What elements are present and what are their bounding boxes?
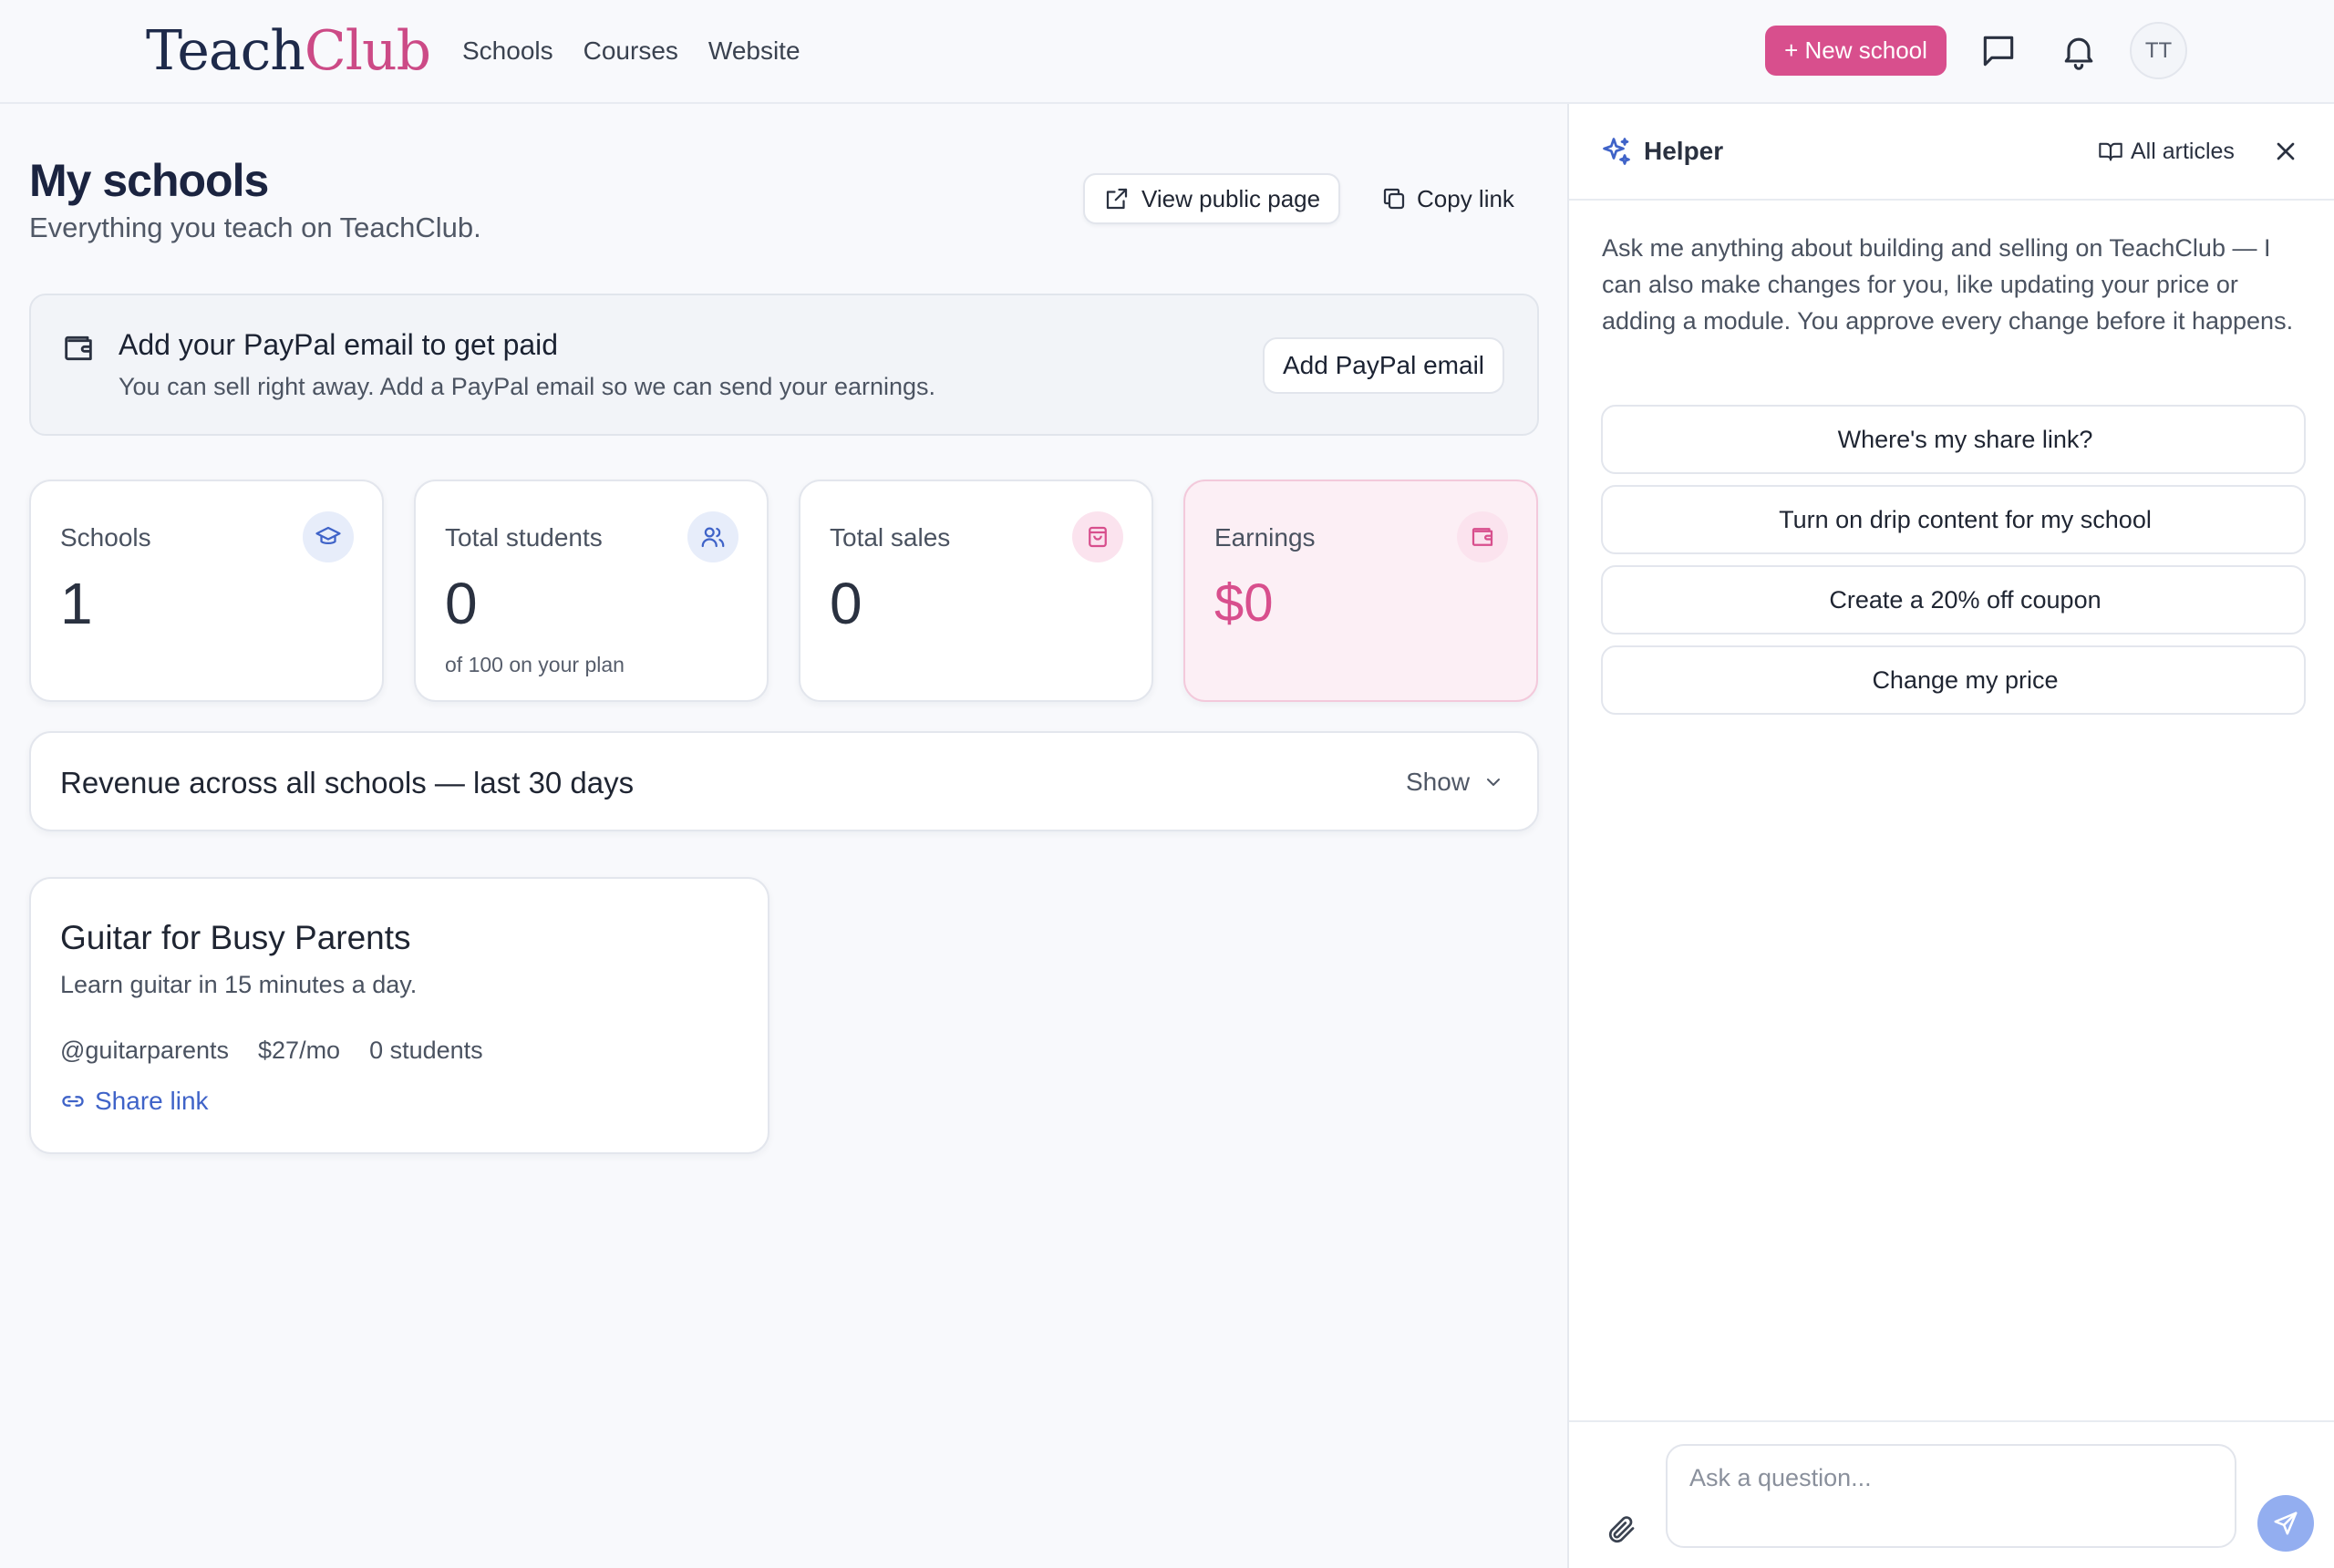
school-card[interactable]: Guitar for Busy Parents Learn guitar in … [29,877,769,1154]
banner-title: Add your PayPal email to get paid [119,328,559,361]
banner-text: You can sell right away. Add a PayPal em… [119,373,936,400]
stat-card-total-sales: Total sales 0 [799,480,1153,702]
bell-icon[interactable] [2059,31,2099,71]
school-handle: @guitarparents [60,1037,230,1064]
chevron-down-icon [1482,771,1504,793]
stat-note: of 100 on your plan [445,653,625,676]
users-icon [687,511,738,562]
wallet-icon [1457,511,1508,562]
suggestion-share-link[interactable]: Where's my share link? [1601,405,2306,474]
stat-label: Schools [60,523,151,552]
stat-card-earnings: Earnings $0 [1183,480,1538,702]
copy-link-button[interactable]: Copy link [1380,173,1514,224]
message-square-icon[interactable] [1978,31,2019,71]
revenue-show-toggle[interactable]: Show [1406,760,1504,804]
stat-label: Total students [445,523,603,552]
suggestion-drip-content[interactable]: Turn on drip content for my school [1601,485,2306,554]
nav-link-courses[interactable]: Courses [584,33,678,69]
stat-card-schools: Schools 1 [29,480,384,702]
view-public-page-button[interactable]: View public page [1083,173,1341,224]
helper-composer [1569,1420,2334,1568]
paypal-banner: Add your PayPal email to get paid You ca… [29,294,1539,436]
helper-panel: Helper All articles Ask me anything abou… [1567,104,2334,1568]
stat-value: 1 [60,571,93,636]
ask-question-input[interactable] [1666,1444,2236,1548]
close-icon[interactable] [2271,137,2300,166]
user-avatar[interactable]: TT [2130,22,2187,79]
school-description: Learn guitar in 15 minutes a day. [60,971,418,998]
copy-link-label: Copy link [1417,184,1514,212]
helper-intro: Ask me anything about building and selli… [1602,234,2294,335]
share-link-label: Share link [95,1087,209,1115]
all-articles-link[interactable]: All articles [2098,133,2235,170]
external-link-icon [1103,185,1131,212]
school-price: $27/mo [258,1037,341,1064]
school-meta: @guitarparents $27/mo 0 students [60,1034,483,1067]
copy-icon [1380,185,1408,212]
stat-value: 0 [830,571,862,636]
nav-link-website[interactable]: Website [708,33,800,69]
stat-value: 0 [445,571,478,636]
add-paypal-email-button[interactable]: Add PayPal email [1263,337,1505,394]
wallet-icon [60,330,97,366]
show-label: Show [1406,768,1471,796]
page-subtitle: Everything you teach on TeachClub. [29,211,481,243]
suggestion-coupon[interactable]: Create a 20% off coupon [1601,565,2306,634]
all-articles-label: All articles [2131,139,2235,164]
shopping-bag-icon [1072,511,1123,562]
stat-label: Earnings [1214,523,1316,552]
teachclub-logo[interactable]: TeachClub [146,16,431,86]
send-icon [2272,1510,2299,1537]
stat-card-total-students: Total students 0 of 100 on your plan [414,480,769,702]
revenue-panel: Revenue across all schools — last 30 day… [29,731,1539,831]
paperclip-icon[interactable] [1606,1513,1638,1546]
stat-value: $0 [1214,573,1274,633]
page-title: My schools [29,155,269,206]
send-button[interactable] [2257,1495,2314,1552]
sparkle-icon [1600,135,1633,168]
nav-link-schools[interactable]: Schools [462,33,553,69]
helper-title: Helper [1644,137,1724,165]
suggestion-change-price[interactable]: Change my price [1601,645,2306,715]
helper-header: Helper All articles [1569,104,2334,201]
revenue-title: Revenue across all schools — last 30 day… [60,766,635,799]
share-link-button[interactable]: Share link [60,1085,209,1118]
graduation-cap-icon [303,511,354,562]
stat-label: Total sales [830,523,951,552]
link-icon [60,1088,86,1114]
main-nav: Schools Courses Website [462,33,800,69]
school-title[interactable]: Guitar for Busy Parents [60,917,411,959]
top-bar: TeachClub Schools Courses Website + New … [0,0,2334,104]
view-public-page-label: View public page [1141,184,1321,212]
book-open-icon [2098,139,2123,164]
school-students: 0 students [369,1037,483,1064]
new-school-button[interactable]: + New school [1765,26,1947,76]
